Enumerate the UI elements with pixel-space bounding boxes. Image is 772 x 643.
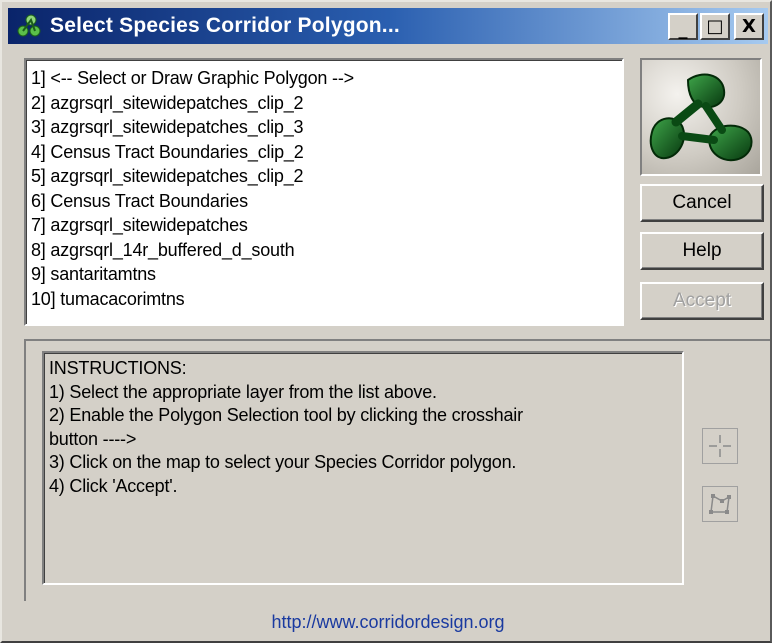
minimize-button[interactable]: _ [668,13,698,40]
list-item[interactable]: 9] santaritamtns [31,262,622,287]
instruction-step: 4) Click 'Accept'. [49,475,178,496]
list-item[interactable]: 8] azgrsqrl_14r_buffered_d_south [31,238,622,263]
website-link[interactable]: http://www.corridordesign.org [2,612,772,633]
minimize-icon: _ [678,18,688,40]
close-icon: X [742,15,756,37]
instructions-box: INSTRUCTIONS: 1) Select the appropriate … [42,351,684,585]
corridor-logo-icon [649,73,753,162]
window-controls: _ □ X [668,13,764,40]
list-item[interactable]: 10] tumacacorimtns [31,287,622,312]
title-bar[interactable]: Select Species Corridor Polygon... _ □ X [8,8,768,44]
help-button[interactable]: Help [640,232,764,270]
instruction-step: 3) Click on the map to select your Speci… [49,452,517,472]
corridor-logo [640,58,762,176]
layer-listbox[interactable]: 1] <-- Select or Draw Graphic Polygon --… [24,58,624,326]
list-item[interactable]: 6] Census Tract Boundaries [31,189,622,214]
list-item[interactable]: 1] <-- Select or Draw Graphic Polygon --… [31,66,622,91]
corridor-logo-icon [17,14,41,37]
accept-button[interactable]: Accept [640,282,764,320]
instruction-step: 2) Enable the Polygon Selection tool by … [49,405,523,425]
dialog-window: Select Species Corridor Polygon... _ □ X… [0,0,772,643]
list-item[interactable]: 5] azgrsqrl_sitewidepatches_clip_2 [31,164,622,189]
crosshair-tool-button[interactable] [702,428,738,464]
list-item[interactable]: 2] azgrsqrl_sitewidepatches_clip_2 [31,91,622,116]
list-item[interactable]: 3] azgrsqrl_sitewidepatches_clip_3 [31,115,622,140]
maximize-icon: □ [706,15,724,37]
window-title: Select Species Corridor Polygon... [50,14,400,37]
crosshair-icon [709,435,731,457]
list-item[interactable]: 7] azgrsqrl_sitewidepatches [31,213,622,238]
polygon-select-icon [709,494,731,514]
polygon-select-button[interactable] [702,486,738,522]
cancel-button[interactable]: Cancel [640,184,764,222]
instruction-step: button ----> [49,428,137,449]
instructions-heading: INSTRUCTIONS: [49,358,187,378]
maximize-button[interactable]: □ [700,13,730,40]
list-item[interactable]: 4] Census Tract Boundaries_clip_2 [31,140,622,165]
instruction-step: 1) Select the appropriate layer from the… [49,381,437,402]
close-button[interactable]: X [734,13,764,40]
